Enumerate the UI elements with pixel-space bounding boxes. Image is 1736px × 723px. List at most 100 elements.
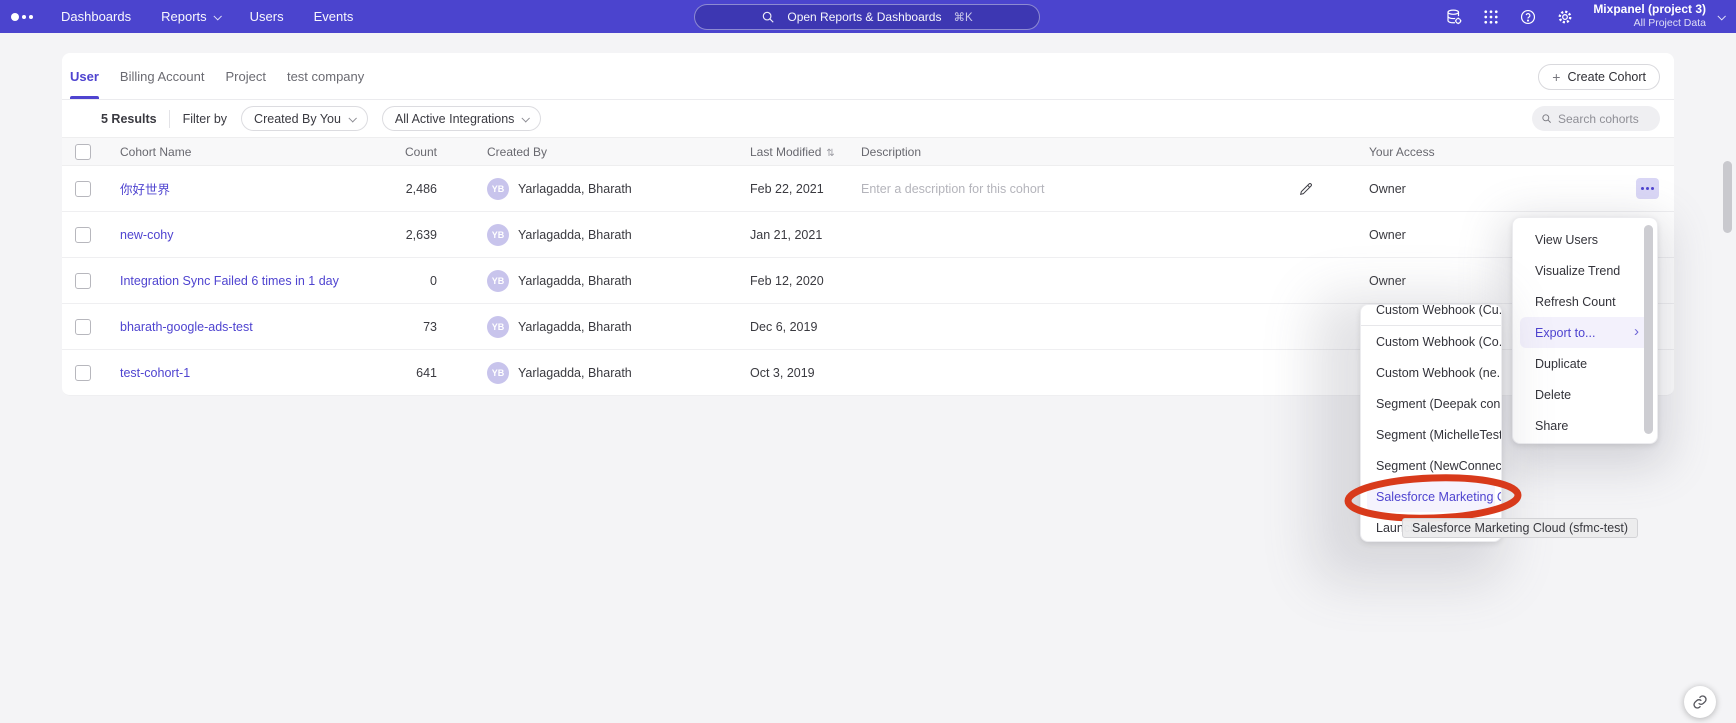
search-icon bbox=[761, 10, 775, 24]
chevron-down-icon bbox=[213, 12, 221, 20]
submenu-item-segment-newconnec[interactable]: Segment (NewConnec... bbox=[1361, 450, 1501, 481]
row-actions-button[interactable] bbox=[1636, 178, 1659, 199]
submenu-item-salesforce-marketing-c[interactable]: Salesforce Marketing C... bbox=[1367, 481, 1495, 512]
create-cohort-label: Create Cohort bbox=[1567, 70, 1646, 84]
avatar: YB bbox=[487, 178, 509, 200]
cohort-name-link[interactable]: 你好世界 bbox=[120, 183, 170, 197]
submenu-item-custom-webhook-co[interactable]: Custom Webhook (Co... bbox=[1361, 326, 1501, 357]
avatar: YB bbox=[487, 316, 509, 338]
created-by-name: Yarlagadda, Bharath bbox=[518, 274, 632, 288]
last-modified: Dec 6, 2019 bbox=[740, 320, 852, 334]
row-checkbox[interactable] bbox=[75, 273, 91, 289]
search-cohorts-input[interactable] bbox=[1558, 112, 1651, 126]
apps-grid-icon[interactable] bbox=[1482, 8, 1500, 26]
nav-item-events[interactable]: Events bbox=[314, 9, 354, 24]
settings-gear-icon[interactable] bbox=[1556, 8, 1574, 26]
avatar: YB bbox=[487, 224, 509, 246]
submenu-arrow-icon: › bbox=[1634, 323, 1639, 340]
menu-item-delete[interactable]: Delete bbox=[1513, 379, 1657, 410]
table-row[interactable]: 你好世界 2,486 YB Yarlagadda, Bharath Feb 22… bbox=[62, 166, 1674, 212]
nav-item-reports[interactable]: Reports bbox=[161, 9, 220, 24]
last-modified: Feb 22, 2021 bbox=[740, 182, 852, 196]
help-icon[interactable] bbox=[1519, 8, 1537, 26]
tab-billing-account[interactable]: Billing Account bbox=[120, 53, 205, 99]
table-row[interactable]: new-cohy 2,639 YB Yarlagadda, Bharath Ja… bbox=[62, 212, 1674, 258]
avatar: YB bbox=[487, 362, 509, 384]
create-cohort-button[interactable]: + Create Cohort bbox=[1538, 64, 1660, 90]
created-by-name: Yarlagadda, Bharath bbox=[518, 182, 632, 196]
global-search-button[interactable]: Open Reports & Dashboards ⌘K bbox=[694, 4, 1040, 30]
table-row[interactable]: Integration Sync Failed 6 times in 1 day… bbox=[62, 258, 1674, 304]
sort-icon: ⇅ bbox=[826, 148, 834, 159]
nav-item-users[interactable]: Users bbox=[250, 9, 284, 24]
submenu-item-custom-webhook-cu[interactable]: Custom Webhook (Cu... bbox=[1361, 304, 1501, 326]
tab-user[interactable]: User bbox=[70, 53, 99, 99]
menu-item-visualize-trend[interactable]: Visualize Trend bbox=[1513, 255, 1657, 286]
header-cohort-name: Cohort Name bbox=[110, 145, 330, 159]
copy-link-button[interactable] bbox=[1684, 686, 1716, 718]
submenu-item-segment-deepak-con[interactable]: Segment (Deepak con... bbox=[1361, 388, 1501, 419]
row-checkbox[interactable] bbox=[75, 319, 91, 335]
last-modified: Jan 21, 2021 bbox=[740, 228, 852, 242]
nav-item-dashboards[interactable]: Dashboards bbox=[61, 9, 131, 24]
data-management-icon[interactable] bbox=[1445, 8, 1463, 26]
submenu-scrollbar[interactable] bbox=[1723, 161, 1732, 233]
cohort-count: 641 bbox=[330, 366, 445, 380]
created-by-name: Yarlagadda, Bharath bbox=[518, 228, 632, 242]
submenu-item-segment-michelletest[interactable]: Segment (MichelleTest) bbox=[1361, 419, 1501, 450]
created-by-name: Yarlagadda, Bharath bbox=[518, 366, 632, 380]
integration-tooltip: Salesforce Marketing Cloud (sfmc-test) bbox=[1402, 518, 1638, 538]
avatar: YB bbox=[487, 270, 509, 292]
row-checkbox[interactable] bbox=[75, 365, 91, 381]
project-data-scope: All Project Data bbox=[1593, 17, 1706, 30]
tab-project[interactable]: Project bbox=[225, 53, 265, 99]
menu-item-export-to[interactable]: Export to...› bbox=[1520, 317, 1650, 348]
edit-description-icon[interactable] bbox=[1298, 181, 1314, 197]
cohort-name-link[interactable]: bharath-google-ads-test bbox=[120, 320, 253, 334]
created-by-filter-label: Created By You bbox=[254, 112, 341, 126]
cohort-access: Owner bbox=[1340, 182, 1574, 196]
filter-by-label: Filter by bbox=[183, 112, 227, 126]
project-switcher[interactable]: Mixpanel (project 3) All Project Data bbox=[1593, 2, 1706, 30]
project-name: Mixpanel (project 3) bbox=[1593, 2, 1706, 17]
last-modified: Feb 12, 2020 bbox=[740, 274, 852, 288]
cohort-name-link[interactable]: new-cohy bbox=[120, 228, 174, 242]
cohort-actions-menu: View UsersVisualize TrendRefresh CountEx… bbox=[1512, 217, 1658, 444]
last-modified: Oct 3, 2019 bbox=[740, 366, 852, 380]
export-to-submenu: Custom Webhook (Cu...Custom Webhook (Co.… bbox=[1360, 304, 1502, 542]
nav-right-section: Mixpanel (project 3) All Project Data bbox=[1445, 0, 1736, 33]
integrations-filter-label: All Active Integrations bbox=[395, 112, 515, 126]
description-input[interactable]: Enter a description for this cohort bbox=[861, 182, 1044, 196]
menu-item-share[interactable]: Share bbox=[1513, 410, 1657, 441]
cohort-count: 0 bbox=[330, 274, 445, 288]
search-icon bbox=[1541, 112, 1552, 125]
tab-test-company[interactable]: test company bbox=[287, 53, 364, 99]
keyboard-shortcut: ⌘K bbox=[953, 10, 972, 24]
divider bbox=[169, 110, 170, 128]
link-icon bbox=[1692, 694, 1708, 710]
chevron-down-icon bbox=[348, 114, 356, 122]
header-last-modified[interactable]: Last Modified⇅ bbox=[740, 145, 852, 159]
cohort-name-link[interactable]: Integration Sync Failed 6 times in 1 day bbox=[120, 274, 339, 288]
row-checkbox[interactable] bbox=[75, 227, 91, 243]
header-count: Count bbox=[330, 145, 445, 159]
menu-scrollbar[interactable] bbox=[1644, 225, 1653, 434]
select-all-checkbox[interactable] bbox=[75, 144, 91, 160]
created-by-name: Yarlagadda, Bharath bbox=[518, 320, 632, 334]
created-by-filter-button[interactable]: Created By You bbox=[241, 106, 368, 131]
row-checkbox[interactable] bbox=[75, 181, 91, 197]
submenu-item-custom-webhook-ne[interactable]: Custom Webhook (ne... bbox=[1361, 357, 1501, 388]
top-navigation: Dashboards Reports Users Events Open Report… bbox=[0, 0, 1736, 33]
cohort-count: 2,639 bbox=[330, 228, 445, 242]
menu-item-refresh-count[interactable]: Refresh Count bbox=[1513, 286, 1657, 317]
mixpanel-logo[interactable] bbox=[11, 13, 45, 21]
menu-item-duplicate[interactable]: Duplicate bbox=[1513, 348, 1657, 379]
menu-item-view-users[interactable]: View Users bbox=[1513, 224, 1657, 255]
header-created-by: Created By bbox=[445, 145, 740, 159]
cohort-count: 73 bbox=[330, 320, 445, 334]
integrations-filter-button[interactable]: All Active Integrations bbox=[382, 106, 542, 131]
cohort-name-link[interactable]: test-cohort-1 bbox=[120, 366, 190, 380]
header-description: Description bbox=[852, 145, 1340, 159]
header-your-access: Your Access bbox=[1340, 145, 1574, 159]
search-cohorts-box bbox=[1532, 106, 1660, 131]
